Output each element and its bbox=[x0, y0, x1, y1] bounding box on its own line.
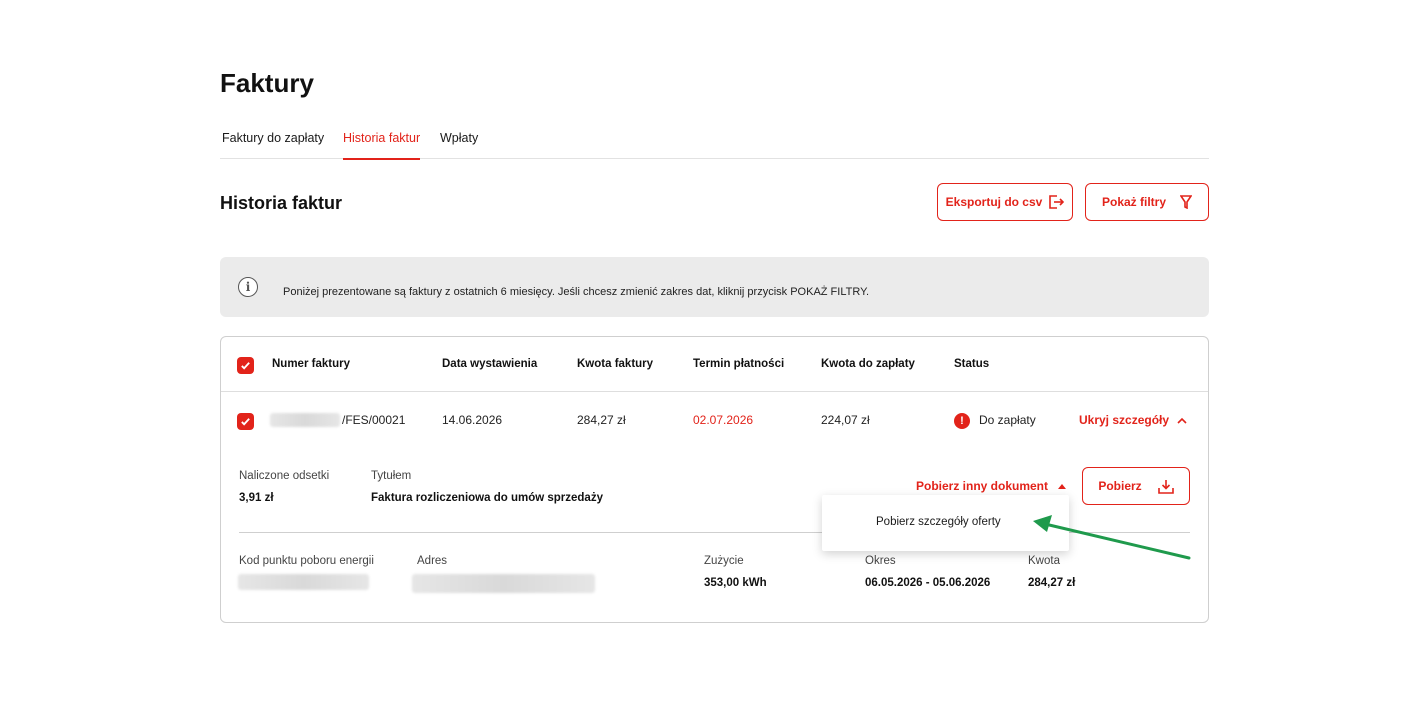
page-title: Faktury bbox=[220, 68, 314, 98]
hide-details-link[interactable]: Ukryj szczegóły bbox=[1079, 413, 1187, 427]
header-status[interactable]: Status bbox=[954, 358, 989, 370]
hide-details-label: Ukryj szczegóły bbox=[1079, 413, 1170, 427]
info-text: Poniżej prezentowane są faktury z ostatn… bbox=[283, 286, 870, 298]
usage-value: 353,00 kWh bbox=[704, 577, 767, 589]
period-value: 06.05.2026 - 05.06.2026 bbox=[865, 577, 991, 589]
export-csv-label: Eksportuj do csv bbox=[945, 195, 1043, 209]
chevron-up-icon bbox=[1177, 417, 1187, 424]
download-button[interactable]: Pobierz bbox=[1082, 467, 1190, 505]
download-icon bbox=[1157, 479, 1174, 494]
check-icon bbox=[241, 362, 250, 370]
title-label: Tytułem bbox=[371, 470, 412, 482]
redacted-address bbox=[412, 574, 595, 593]
redacted-ppe-code bbox=[238, 574, 369, 590]
interest-value: 3,91 zł bbox=[239, 492, 274, 504]
info-banner: i Poniżej prezentowane są faktury z osta… bbox=[220, 257, 1209, 317]
title-value: Faktura rozliczeniowa do umów sprzedaży bbox=[371, 492, 603, 504]
export-icon bbox=[1049, 195, 1065, 209]
interest-label: Naliczone odsetki bbox=[239, 470, 330, 482]
download-label: Pobierz bbox=[1098, 479, 1142, 493]
header-invoice-number[interactable]: Numer faktury bbox=[272, 358, 350, 370]
caret-up-icon bbox=[1058, 483, 1067, 489]
export-csv-button[interactable]: Eksportuj do csv bbox=[937, 183, 1073, 221]
show-filters-label: Pokaż filtry bbox=[1101, 195, 1167, 209]
invoice-number: /FES/00021 bbox=[342, 413, 406, 427]
status-alert-icon: ! bbox=[954, 413, 970, 429]
tab-faktury-do-zaplaty[interactable]: Faktury do zapłaty bbox=[222, 130, 324, 159]
issue-date: 14.06.2026 bbox=[442, 413, 503, 427]
header-due-date[interactable]: Termin płatności bbox=[693, 358, 784, 370]
header-invoice-amount[interactable]: Kwota faktury bbox=[577, 358, 653, 370]
dropdown-item-offer-details[interactable]: Pobierz szczegóły oferty bbox=[876, 516, 1001, 528]
row-checkbox[interactable] bbox=[237, 413, 254, 430]
amount-value: 284,27 zł bbox=[1028, 577, 1076, 589]
table-header-row: Numer faktury Data wystawienia Kwota fak… bbox=[221, 337, 1208, 392]
document-dropdown-menu: Pobierz szczegóły oferty bbox=[822, 495, 1069, 551]
other-document-label: Pobierz inny dokument bbox=[916, 479, 1049, 493]
status-badge: Do zapłaty bbox=[979, 413, 1036, 427]
invoice-table-card: Numer faktury Data wystawienia Kwota fak… bbox=[220, 336, 1209, 623]
address-label: Adres bbox=[417, 555, 448, 567]
show-filters-button[interactable]: Pokaż filtry bbox=[1085, 183, 1209, 221]
ppe-label: Kod punktu poboru energii bbox=[239, 555, 374, 567]
tab-bar: Faktury do zapłaty Historia faktur Wpłat… bbox=[220, 130, 1209, 160]
filter-icon bbox=[1180, 195, 1193, 209]
section-title: Historia faktur bbox=[220, 193, 343, 213]
usage-label: Zużycie bbox=[704, 555, 744, 567]
invoice-amount: 284,27 zł bbox=[577, 413, 626, 427]
amount-label: Kwota bbox=[1028, 555, 1060, 567]
redacted-invoice-prefix bbox=[270, 413, 340, 427]
select-all-checkbox[interactable] bbox=[237, 357, 254, 374]
header-issue-date[interactable]: Data wystawienia bbox=[442, 358, 537, 370]
period-label: Okres bbox=[865, 555, 896, 567]
tab-historia-faktur[interactable]: Historia faktur bbox=[343, 130, 421, 160]
other-document-link[interactable]: Pobierz inny dokument bbox=[916, 479, 1067, 493]
info-icon: i bbox=[238, 277, 258, 297]
check-icon bbox=[241, 418, 250, 426]
amount-to-pay: 224,07 zł bbox=[821, 413, 870, 427]
due-date: 02.07.2026 bbox=[693, 413, 754, 427]
header-amount-to-pay[interactable]: Kwota do zapłaty bbox=[821, 358, 915, 370]
tab-wplaty[interactable]: Wpłaty bbox=[440, 130, 478, 159]
